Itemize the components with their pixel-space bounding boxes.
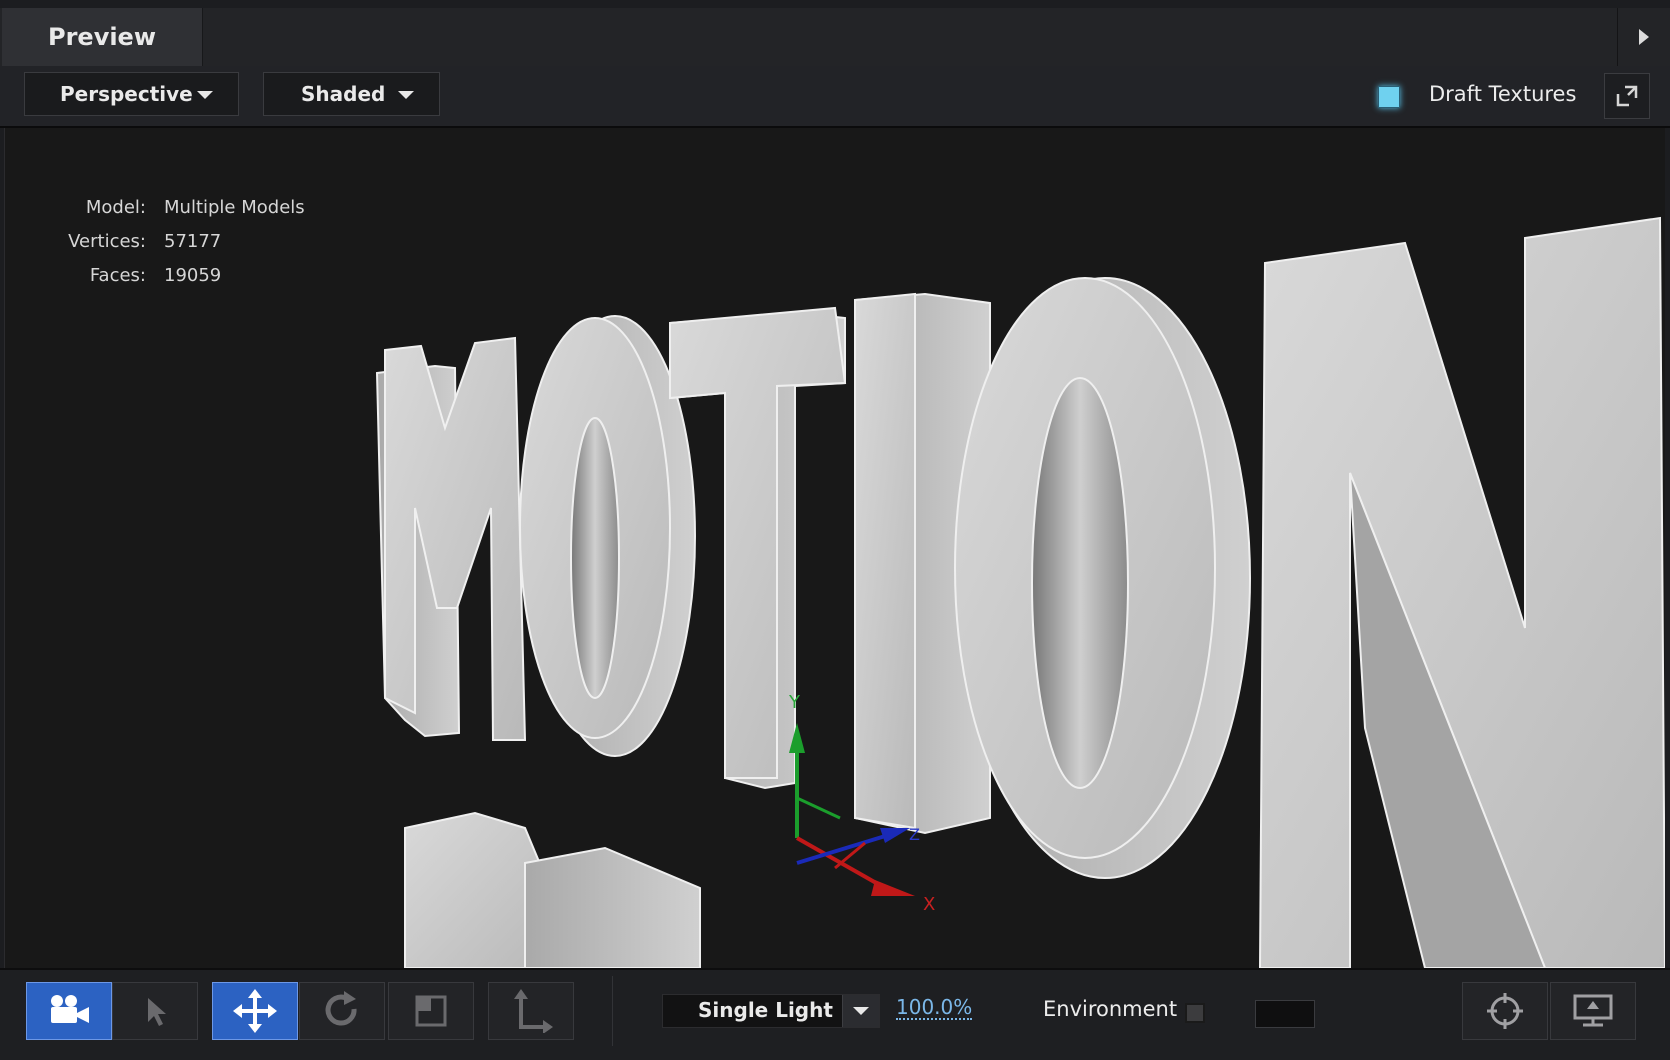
letter-o-1: [519, 315, 696, 757]
chevron-down-icon: [197, 91, 213, 99]
chevron-down-icon: [853, 1007, 869, 1015]
draft-textures-checkbox[interactable]: [1378, 86, 1400, 108]
model-stats: Model: Multiple Models Vertices: 57177 F…: [45, 190, 305, 292]
shading-mode-label: Shaded: [301, 82, 386, 106]
stat-value: 57177: [164, 230, 222, 252]
video-camera-icon: [51, 995, 89, 1023]
viewport-toolbar: Perspective Shaded Draft Textures: [0, 66, 1670, 128]
stat-row-model: Model: Multiple Models: [45, 190, 305, 224]
stat-key: Model:: [85, 196, 146, 218]
stat-row-vertices: Vertices: 57177: [45, 224, 305, 258]
tab-preview-label: Preview: [47, 23, 157, 51]
environment-label: Environment: [1043, 997, 1178, 1021]
rotate-tool-button[interactable]: [299, 982, 385, 1040]
letter-t: [669, 306, 847, 790]
bottom-toolbar: Single Light 100.0% Environment: [0, 968, 1670, 1060]
move-tool-button[interactable]: [212, 982, 298, 1040]
shading-mode-dropdown[interactable]: Shaded: [263, 72, 440, 116]
crosshair-icon: [1487, 993, 1523, 1029]
gizmo-x-label: X: [923, 894, 935, 915]
scale-box-icon: [415, 995, 447, 1027]
tab-bar: Preview: [0, 8, 1670, 67]
panel-menu-button[interactable]: [1617, 8, 1670, 66]
rotate-icon: [325, 991, 357, 1026]
stat-value: Multiple Models: [164, 196, 305, 218]
view-mode-label: Perspective: [60, 82, 193, 106]
stat-key: Vertices:: [68, 230, 146, 252]
axis-tool-button[interactable]: [488, 982, 574, 1040]
draft-textures-label: Draft Textures: [1429, 82, 1577, 106]
arrow-pointer-icon: [148, 998, 166, 1026]
letter-m: [375, 336, 527, 741]
preview-panel: Preview Perspective Shaded Draft Texture…: [0, 0, 1670, 1060]
play-right-icon: [1639, 29, 1649, 45]
view-mode-dropdown[interactable]: Perspective: [24, 72, 239, 116]
stat-row-faces: Faces: 19059: [45, 258, 305, 292]
focus-button[interactable]: [1462, 982, 1548, 1040]
camera-tool-button[interactable]: [26, 982, 112, 1040]
toolbar-separator: [612, 976, 613, 1046]
lower-text-partial: [404, 811, 701, 968]
background-color-swatch[interactable]: [1255, 1000, 1315, 1028]
gizmo-z-label: Z: [909, 825, 920, 844]
lighting-dropdown[interactable]: Single Light: [662, 994, 880, 1028]
stat-value: 19059: [164, 264, 222, 286]
expand-icon: [1616, 85, 1638, 107]
axis-corner-icon: [514, 989, 553, 1033]
select-tool-button[interactable]: [112, 982, 198, 1040]
letter-n: [1258, 216, 1665, 968]
chevron-down-icon: [398, 91, 414, 99]
monitor-icon: [1573, 994, 1613, 1027]
tab-preview[interactable]: Preview: [2, 8, 203, 66]
stat-key: Faces:: [89, 264, 146, 286]
display-button[interactable]: [1550, 982, 1636, 1040]
letter-o-2: [954, 277, 1251, 879]
zoom-value[interactable]: 100.0%: [896, 996, 973, 1020]
lighting-dropdown-arrow[interactable]: [842, 995, 879, 1027]
lighting-label: Single Light: [698, 998, 833, 1022]
move-arrows-icon: [233, 989, 277, 1033]
3d-viewport[interactable]: Y X Z Model: Multiple Models Vertices: 5…: [4, 128, 1665, 968]
gizmo-y-label: Y: [788, 692, 801, 713]
environment-checkbox[interactable]: [1185, 1003, 1205, 1023]
maximize-button[interactable]: [1604, 73, 1650, 119]
scale-tool-button[interactable]: [388, 982, 474, 1040]
